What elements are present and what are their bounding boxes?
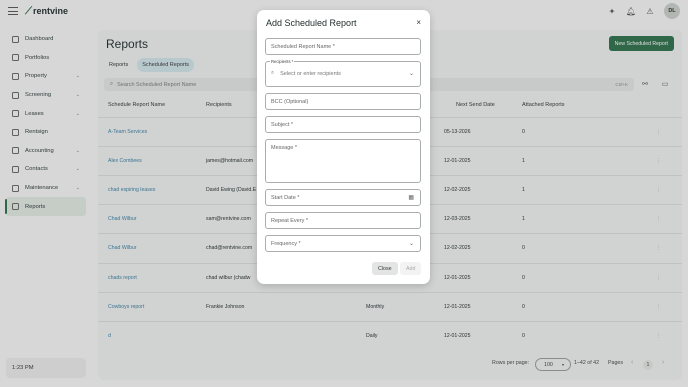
repeat-every-field[interactable]: Repeat Every * [265,212,421,229]
chevron-down-icon: ⌄ [408,71,414,77]
chevron-down-icon: ⌄ [408,241,414,247]
calendar-icon[interactable]: ▦ [408,194,414,201]
close-icon[interactable]: × [416,18,421,27]
start-date-placeholder: Start Date * [271,195,300,201]
add-button[interactable]: Add [400,262,422,275]
message-field[interactable]: Message * [265,139,421,183]
subject-placeholder: Subject * [271,122,294,128]
repeat-every-placeholder: Repeat Every * [271,218,308,224]
recipients-field[interactable]: Recipients * ⌕ Select or enter recipient… [265,59,421,87]
start-date-field[interactable]: Start Date * ▦ [265,189,421,206]
message-placeholder: Message * [271,145,297,151]
dialog-title: Add Scheduled Report [266,18,357,28]
report-name-placeholder: Scheduled Report Name * [271,44,335,50]
recipients-label: Recipients * [270,59,295,64]
subject-field[interactable]: Subject * [265,116,421,133]
report-name-field[interactable]: Scheduled Report Name * [265,38,421,55]
bcc-field[interactable]: BCC (Optional) [265,93,421,110]
add-scheduled-report-dialog: Add Scheduled Report × Scheduled Report … [257,10,430,284]
frequency-select[interactable]: Frequency * ⌄ [265,235,421,252]
search-icon: ⌕ [271,70,275,76]
bcc-placeholder: BCC (Optional) [271,99,309,105]
close-button[interactable]: Close [372,262,398,275]
frequency-placeholder: Frequency * [271,241,301,247]
recipients-placeholder: Select or enter recipients [280,70,341,77]
